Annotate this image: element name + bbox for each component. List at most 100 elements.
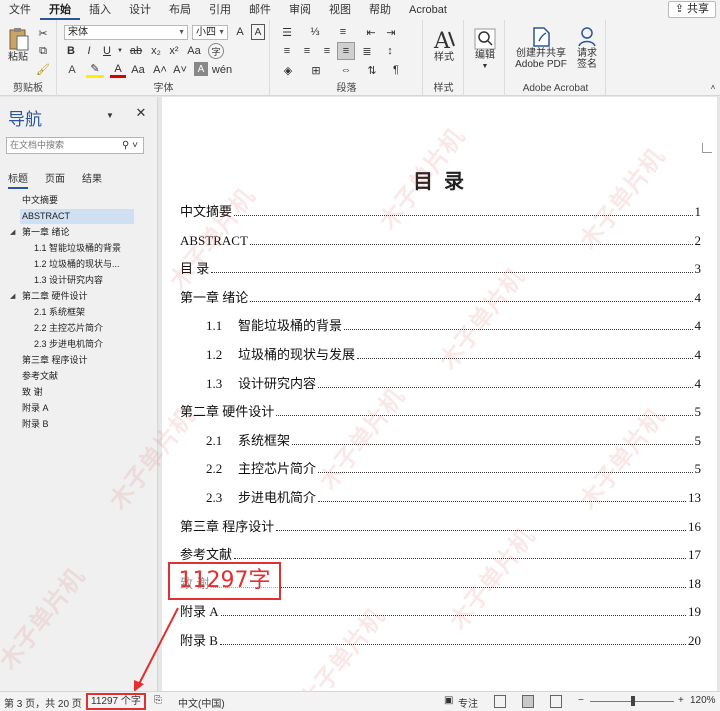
ribbon-tab-3[interactable]: 设计 [120, 2, 160, 20]
chevron-down-icon[interactable]: ▼ [116, 43, 124, 59]
ribbon-tab-0[interactable]: 文件 [0, 2, 40, 20]
zoom-slider-thumb[interactable] [631, 696, 635, 706]
ribbon-tab-1[interactable]: 开始 [40, 2, 80, 20]
ribbon-tab-5[interactable]: 引用 [200, 2, 240, 20]
ribbon-tab-2[interactable]: 插入 [80, 2, 120, 20]
language-indicator[interactable]: 中文(中国) [178, 695, 225, 710]
share-button[interactable]: ⇪ 共享 [667, 1, 716, 18]
toc-entry[interactable]: 1.1 智能垃圾桶的背景 4 [180, 316, 701, 334]
nav-tab-2[interactable]: 结果 [82, 170, 102, 185]
shrink-font-icon[interactable]: A˅ [172, 62, 188, 78]
toc-entry[interactable]: 第一章 绪论 4 [180, 288, 701, 306]
ribbon-tab-8[interactable]: 视图 [320, 2, 360, 20]
distributed-icon[interactable]: ≣ [359, 43, 375, 59]
align-center-icon[interactable]: ≡ [299, 43, 315, 59]
increase-indent-icon[interactable]: ⇥ [383, 24, 399, 40]
zoom-level[interactable]: 120% [690, 695, 716, 706]
ribbon-tab-10[interactable]: Acrobat [400, 2, 456, 20]
nav-heading-item[interactable]: 1.2 垃圾桶的现状与... [32, 257, 120, 272]
toc-entry[interactable]: 附录 B 20 [180, 631, 701, 649]
zoom-out-icon[interactable]: − [578, 695, 584, 706]
page-info[interactable]: 第 3 页，共 20 页 [4, 695, 82, 710]
nav-heading-item[interactable]: 参考文献 [20, 369, 58, 384]
char-border-icon[interactable]: A [251, 24, 265, 40]
nav-tab-0[interactable]: 标题 [8, 170, 28, 189]
nav-heading-item[interactable]: 2.2 主控芯片简介 [32, 321, 103, 336]
editing-button[interactable]: 编辑 ▼ [469, 28, 501, 72]
toc-entry[interactable]: 参考文献 17 [180, 545, 701, 563]
justify-icon[interactable]: ≡ [337, 42, 355, 60]
font-color-icon[interactable]: A [110, 62, 126, 78]
read-mode-icon[interactable] [494, 695, 506, 708]
ribbon-tab-4[interactable]: 布局 [160, 2, 200, 20]
nav-heading-item[interactable]: 第一章 绪论 [20, 225, 70, 240]
document-page[interactable]: 目 录 中文摘要 1 ABSTRACT 2 目 录 3 第一章 绪论 4 1.1 智能垃圾桶的背景… [162, 97, 717, 691]
nav-heading-item[interactable]: 2.3 步进电机简介 [32, 337, 103, 352]
strikethrough-icon[interactable]: ab [128, 43, 144, 59]
bullets-icon[interactable]: ☰ [277, 24, 297, 40]
collapse-ribbon-icon[interactable]: ˄ [708, 82, 718, 92]
toc-entry[interactable]: 2.3 步进电机简介 13 [180, 488, 701, 506]
copy-icon[interactable]: ⧉ [36, 44, 50, 58]
toc-entry[interactable]: 附录 A 19 [180, 602, 701, 620]
align-right-icon[interactable]: ≡ [319, 43, 335, 59]
focus-label[interactable]: 专注 [458, 695, 478, 710]
ribbon-tab-7[interactable]: 审阅 [280, 2, 320, 20]
styles-button[interactable]: A 样式 [428, 28, 460, 63]
word-count[interactable]: 11297 个字 [86, 693, 146, 710]
toc-entry[interactable]: 第二章 硬件设计 5 [180, 402, 701, 420]
nav-heading-item[interactable]: 2.1 系统框架 [32, 305, 85, 320]
zoom-in-icon[interactable]: + [678, 695, 684, 706]
expand-triangle-icon[interactable]: ◢ [10, 228, 15, 236]
decrease-indent-icon[interactable]: ⇤ [363, 24, 379, 40]
bold-icon[interactable]: B [64, 43, 78, 59]
italic-icon[interactable]: I [82, 43, 96, 59]
grow-font-icon[interactable]: A˄ [152, 62, 168, 78]
subscript-icon[interactable]: x₂ [148, 43, 164, 59]
web-layout-icon[interactable] [550, 695, 562, 708]
cut-icon[interactable]: ✂ [36, 26, 50, 40]
nav-heading-item[interactable]: 中文摘要 [20, 193, 58, 208]
show-marks-icon[interactable]: ¶ [387, 62, 405, 78]
superscript-icon[interactable]: x² [166, 43, 182, 59]
change-case-icon[interactable]: Aa [186, 43, 202, 59]
expand-triangle-icon[interactable]: ◢ [10, 292, 15, 300]
format-painter-icon[interactable]: 🖌 [36, 62, 50, 76]
nav-heading-item[interactable]: 第三章 程序设计 [20, 353, 88, 368]
phonetic-guide-icon[interactable]: wén [212, 62, 232, 78]
change-case-icon[interactable]: Aa [130, 62, 146, 78]
nav-heading-item[interactable]: ABSTRACT [20, 209, 134, 224]
font-name-combo[interactable]: 宋体 ▼ [64, 25, 188, 40]
create-share-pdf-button[interactable]: 创建并共享 Adobe PDF [512, 26, 570, 70]
toc-entry[interactable]: 1.2 垃圾桶的现状与发展 4 [180, 345, 701, 363]
nav-heading-item[interactable]: 附录 A [20, 401, 49, 416]
nav-tab-1[interactable]: 页面 [45, 170, 65, 185]
nav-heading-item[interactable]: 第二章 硬件设计 [20, 289, 88, 304]
toc-entry[interactable]: 2.2 主控芯片简介 5 [180, 459, 701, 477]
nav-heading-item[interactable]: 1.3 设计研究内容 [32, 273, 103, 288]
chevron-down-icon[interactable]: ▼ [104, 109, 116, 121]
toc-entry[interactable]: 第三章 程序设计 16 [180, 517, 701, 535]
multilevel-list-icon[interactable]: ≡ [333, 24, 353, 40]
char-shading-icon[interactable]: A [194, 62, 208, 76]
sort-icon[interactable]: ⇅ [363, 62, 381, 78]
enclose-char-icon[interactable]: 字 [208, 43, 224, 59]
ribbon-tab-6[interactable]: 邮件 [240, 2, 280, 20]
paste-button[interactable]: 粘贴 [4, 26, 32, 63]
nav-heading-item[interactable]: 附录 B [20, 417, 49, 432]
proofing-icon[interactable]: ⎘ [154, 695, 162, 706]
toc-entry[interactable]: 目 录 3 [180, 259, 701, 277]
toc-entry[interactable]: 2.1 系统框架 5 [180, 431, 701, 449]
clear-format-icon[interactable]: A [232, 24, 248, 40]
line-spacing-icon[interactable]: ↕ [381, 43, 399, 59]
toc-entry[interactable]: 1.3 设计研究内容 4 [180, 374, 701, 392]
borders-icon[interactable]: ⊞ [307, 62, 325, 78]
toc-entry[interactable]: ABSTRACT 2 [180, 231, 701, 249]
font-size-combo[interactable]: 小四 ▼ [192, 25, 228, 40]
chinese-layout-icon[interactable]: ⇔ [337, 62, 355, 78]
focus-icon[interactable]: ▣ [444, 695, 453, 706]
shading-icon[interactable]: ◈ [279, 62, 297, 78]
nav-heading-item[interactable]: 1.1 智能垃圾桶的背景 [32, 241, 121, 256]
highlight-icon[interactable]: ✎ [86, 62, 104, 78]
underline-icon[interactable]: U [100, 43, 114, 59]
